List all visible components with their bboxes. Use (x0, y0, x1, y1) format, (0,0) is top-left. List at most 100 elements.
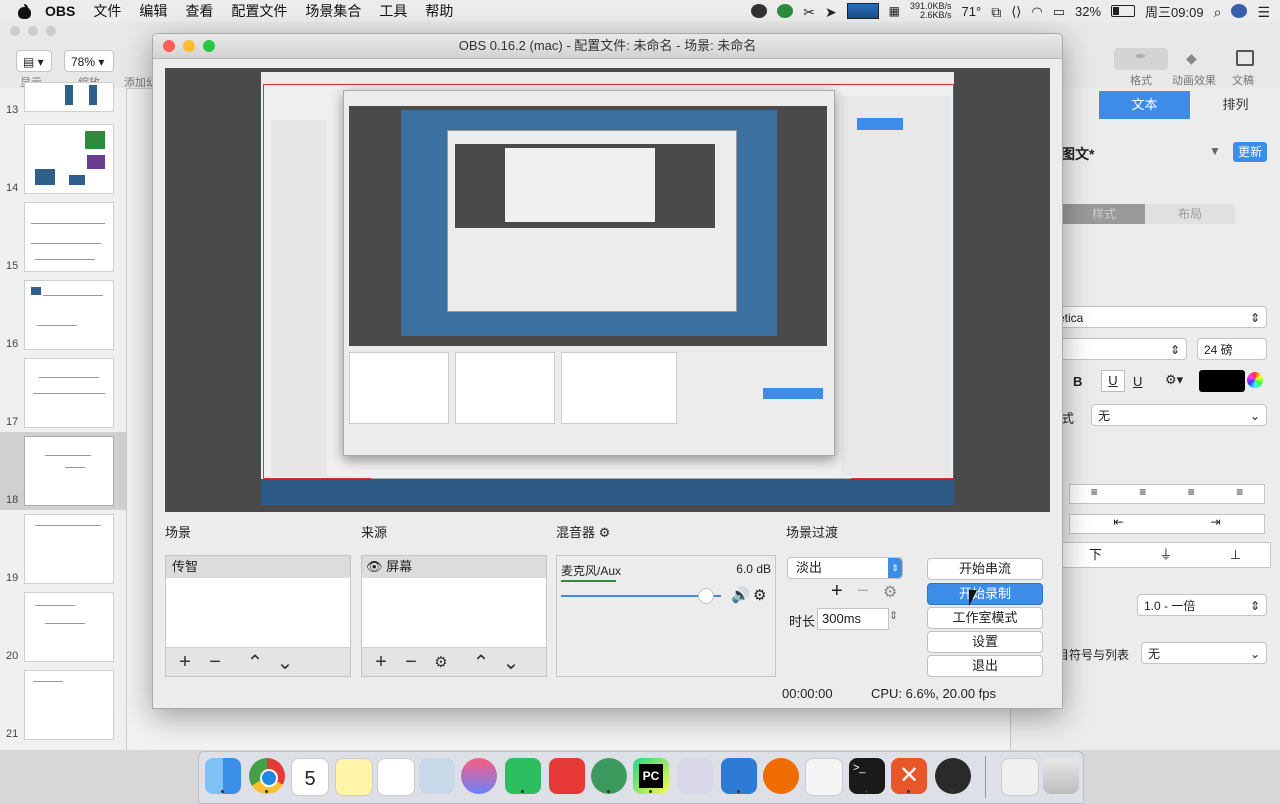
animate-icon[interactable]: ◆ (1186, 50, 1197, 67)
monitor-icon[interactable]: ▦ (889, 4, 900, 18)
style-tab[interactable]: 样式 (1063, 204, 1145, 224)
move-down-button[interactable]: ⌄ (500, 650, 522, 675)
menu-tools[interactable]: 工具 (379, 1, 407, 21)
align-bottom-icon[interactable]: ⊥ (1230, 543, 1241, 567)
menu-scene-collection[interactable]: 场景集合 (305, 1, 361, 21)
view-button[interactable]: ▤ ▾ (16, 50, 52, 72)
vertical-align-control[interactable]: 下 ⏚ ⊥ (1059, 542, 1271, 568)
trash-icon[interactable] (1043, 758, 1079, 794)
align-justify-icon[interactable]: ≡ (1236, 485, 1243, 503)
bold-button[interactable]: B (1073, 374, 1082, 389)
obs-icon[interactable] (935, 758, 971, 794)
upload-status-icon[interactable] (777, 4, 794, 18)
align-middle-icon[interactable]: ⏚ (1159, 543, 1172, 567)
notes-icon[interactable] (335, 758, 373, 796)
close-dot[interactable] (10, 26, 20, 36)
remove-source-button[interactable]: − (400, 651, 422, 674)
battery-icon[interactable] (1111, 5, 1136, 17)
document-icon[interactable] (1236, 50, 1254, 66)
update-style-button[interactable]: 更新 (1233, 142, 1267, 162)
gear-icon[interactable]: ⚙ (883, 582, 897, 602)
menu-file[interactable]: 文件 (93, 1, 121, 21)
textedit-icon[interactable] (805, 758, 843, 796)
menu-app-name[interactable]: OBS (45, 3, 75, 19)
document-icon[interactable] (1001, 758, 1039, 796)
zoom-select[interactable]: 78% ▾ (64, 50, 114, 72)
slide-thumb-16[interactable] (24, 280, 114, 350)
evernote-icon[interactable] (505, 758, 541, 794)
stepper-icon[interactable]: ⇕ (889, 609, 898, 622)
slide-thumb-21[interactable] (24, 670, 114, 740)
chrome-icon[interactable] (249, 758, 285, 794)
send-icon[interactable]: ➤ (825, 4, 837, 20)
font-weight-select[interactable]: ⇕ (1051, 338, 1187, 360)
remove-scene-button[interactable]: − (204, 651, 226, 674)
layout-tab[interactable]: 布局 (1145, 204, 1235, 224)
move-up-button[interactable]: ⌃ (470, 650, 492, 675)
clock[interactable]: 周三09:09 (1145, 2, 1204, 21)
remove-transition-button[interactable]: − (857, 580, 869, 603)
source-item[interactable]: 👁 屏幕 (362, 556, 546, 578)
font-size-input[interactable]: 24 磅 (1197, 338, 1267, 360)
animate-label[interactable]: 动画效果 (1172, 72, 1216, 88)
itunes-icon[interactable] (461, 758, 497, 794)
format-brush-icon[interactable]: ✒ (1114, 48, 1168, 70)
settings-button[interactable]: 设置 (927, 631, 1043, 653)
terminal-icon[interactable]: >_ (849, 758, 885, 794)
alignment-control[interactable]: ≡ ≡ ≡ ≡ (1069, 484, 1265, 504)
transition-select[interactable]: 淡出 ⇕ (787, 557, 903, 579)
gear-icon[interactable]: ⚙ (753, 586, 766, 604)
line-spacing-select[interactable]: 1.0 - 一倍 ⇕ (1137, 594, 1267, 616)
calendar-icon[interactable]: 5 (291, 758, 329, 796)
finder-icon[interactable] (205, 758, 241, 794)
start-recording-button[interactable]: 开始录制 (927, 583, 1043, 605)
move-down-button[interactable]: ⌄ (274, 650, 296, 675)
paragraph-style-name[interactable]: 图文* (1061, 144, 1094, 164)
minimize-dot[interactable] (28, 26, 38, 36)
scene-item[interactable]: 传智 (166, 556, 350, 578)
reminders-icon[interactable] (377, 758, 415, 796)
zoom-dot[interactable] (46, 26, 56, 36)
menu-help[interactable]: 帮助 (425, 1, 453, 21)
keynote-icon[interactable] (721, 758, 757, 794)
slide-thumb-14[interactable] (24, 124, 114, 194)
tab-text[interactable]: 文本 (1099, 91, 1190, 119)
indent-icon[interactable]: ⇥ (1210, 515, 1220, 533)
preview-icon[interactable] (419, 758, 455, 794)
postman-icon[interactable] (763, 758, 799, 794)
align-top-label[interactable]: 下 (1089, 543, 1102, 567)
bullets-select[interactable]: 无 ⌄ (1091, 404, 1267, 426)
bullets-list-select[interactable]: 无 ⌄ (1141, 642, 1267, 664)
source-settings-gear-icon[interactable]: ⚙ (430, 653, 452, 671)
close-button[interactable] (163, 40, 175, 52)
add-scene-button[interactable]: + (174, 651, 196, 674)
menu-edit[interactable]: 编辑 (139, 1, 167, 21)
brushes-icon[interactable] (677, 758, 713, 794)
align-center-icon[interactable]: ≡ (1139, 485, 1146, 503)
window-icon[interactable]: ⧉ (991, 4, 1001, 20)
minimize-button[interactable] (183, 40, 195, 52)
visibility-eye-icon[interactable]: 👁 (366, 559, 383, 574)
search-icon[interactable]: ⌕ (1214, 4, 1222, 20)
git-icon[interactable] (549, 758, 585, 794)
studio-mode-button[interactable]: 工作室模式 (927, 607, 1043, 629)
tools-icon[interactable]: ✂ (803, 4, 815, 20)
volume-slider-knob[interactable] (698, 588, 714, 604)
temperature[interactable]: 71° (962, 4, 982, 19)
double-underline-button[interactable]: U (1133, 374, 1142, 389)
gear-icon[interactable]: ⚙ (599, 525, 611, 540)
underline-button[interactable]: U (1101, 370, 1125, 392)
cpu-graph-icon[interactable] (846, 3, 879, 19)
slide-thumb-13[interactable] (24, 82, 114, 112)
align-left-icon[interactable]: ≡ (1091, 485, 1098, 503)
volume-slider-track[interactable] (561, 595, 721, 597)
menu-view[interactable]: 查看 (185, 1, 213, 21)
gear-icon[interactable]: ⚙▾ (1165, 372, 1183, 388)
style-dropdown-icon[interactable]: ▼ (1209, 144, 1221, 158)
duration-input[interactable]: 300ms (817, 608, 889, 630)
airplay-icon[interactable]: ▭ (1053, 4, 1065, 19)
pycharm-icon[interactable]: PC (633, 758, 669, 794)
record-status-icon[interactable] (751, 4, 768, 18)
add-transition-button[interactable]: + (831, 580, 843, 603)
slide-thumb-18[interactable] (24, 436, 114, 506)
